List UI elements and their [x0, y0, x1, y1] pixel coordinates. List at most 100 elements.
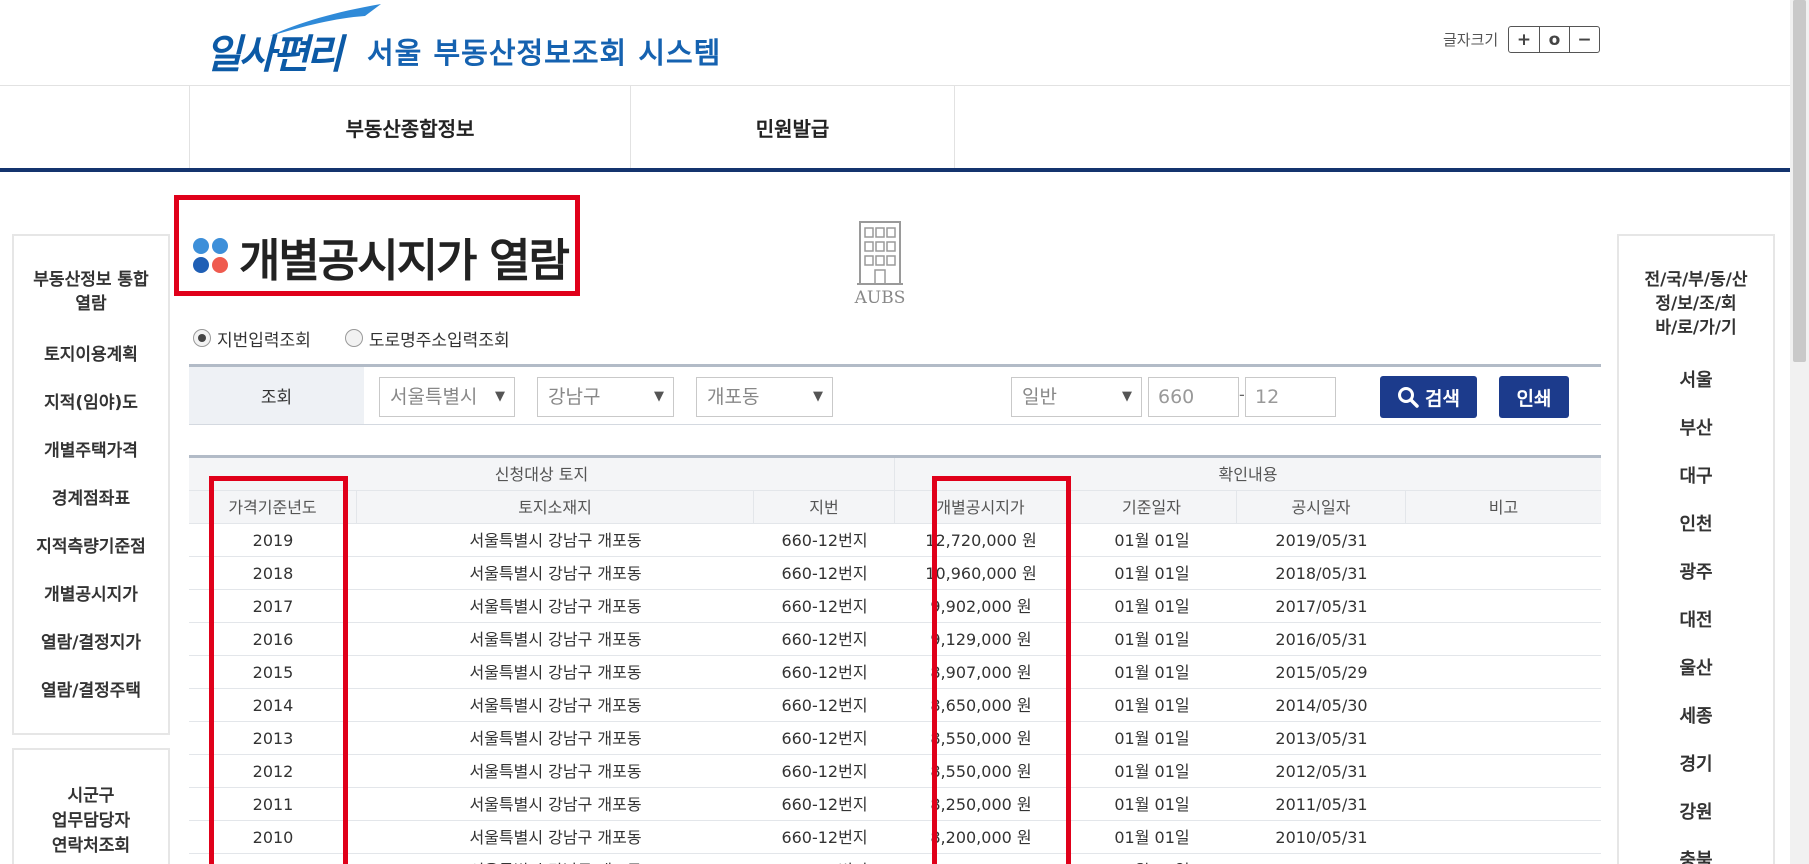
sidebar-item-integrated-view[interactable]: 부동산정보 통합 열람 [14, 268, 168, 316]
col-header-year: 가격기준년도 [189, 491, 357, 524]
region-link-gyeonggi[interactable]: 경기 [1619, 750, 1773, 776]
font-reset-button[interactable]: o [1539, 27, 1569, 52]
search-icon [1398, 387, 1419, 408]
cell-note [1406, 590, 1601, 623]
district-select[interactable]: 강남구 ▼ [537, 377, 674, 417]
table-row: 2018 서울특별시 강남구 개포동 660-12번지 10,960,000 원 01월… [189, 557, 1601, 590]
cell-note [1406, 656, 1601, 689]
group-header-land: 신청대상 토지 [189, 458, 895, 491]
cell-price: 8,550,000 원 [930, 762, 1032, 781]
right-sidebar: 전/국/부/동/산 정/보/조/회 바/로/가/기 서울 부산 대구 인천 광주… [1617, 234, 1775, 864]
sidebar-item-survey-points[interactable]: 지적측량기준점 [14, 535, 168, 559]
regional-shortcut-title: 전/국/부/동/산 정/보/조/회 바/로/가/기 [1644, 270, 1748, 338]
cell-price: 12,720,000 원 [925, 531, 1037, 550]
title-dots-icon [193, 238, 229, 274]
page-scrollbar[interactable] [1790, 0, 1809, 864]
region-link-ulsan[interactable]: 울산 [1619, 654, 1773, 680]
font-size-label: 글자크기 [1443, 31, 1499, 49]
cell-year: 2011 [252, 795, 294, 814]
region-link-gangwon[interactable]: 강원 [1619, 798, 1773, 824]
region-link-daegu[interactable]: 대구 [1619, 462, 1773, 488]
region-link-daejeon[interactable]: 대전 [1619, 606, 1773, 632]
cell-note [1406, 557, 1601, 590]
cell-price [895, 854, 1067, 864]
font-increase-button[interactable]: + [1509, 27, 1539, 52]
dong-select[interactable]: 개포동 ▼ [696, 377, 833, 417]
cell-lot: 660-12번지 [754, 854, 895, 864]
cell-year: 2012 [252, 762, 294, 781]
cell-base-date: 01월 01일 [1114, 663, 1190, 682]
cell-location: 서울특별시 강남구 개포동 [469, 630, 642, 649]
nav-tab-real-estate-info[interactable]: 부동산종합정보 [189, 86, 630, 168]
land-price-table: 신청대상 토지 확인내용 가격기준년도 토지소재지 지번 개별공시지가 기준일자… [189, 455, 1601, 864]
cell-announce-date [1237, 854, 1406, 864]
cell-announce-date: 2013/05/31 [1275, 729, 1368, 748]
cell-note [1406, 755, 1601, 788]
col-header-announce-date: 공시일자 [1237, 491, 1406, 524]
sidebar-item-boundary-coords[interactable]: 경계점좌표 [14, 487, 168, 511]
table-row: 2012 서울특별시 강남구 개포동 660-12번지 8,550,000 원 01월 … [189, 755, 1601, 788]
sidebar-item-land-price[interactable]: 개별공시지가 [14, 583, 168, 607]
city-select[interactable]: 서울특별시 ▼ [379, 377, 515, 417]
site-logo[interactable]: 일사편리 서울 부동산정보조회 시스템 [205, 2, 725, 78]
region-link-busan[interactable]: 부산 [1619, 414, 1773, 440]
cell-location: 서울특별시 강남구 개포동 [469, 828, 642, 847]
group-header-confirmation: 확인내용 [1218, 465, 1278, 484]
cell-price: 8,200,000 원 [930, 828, 1032, 847]
building-icon [857, 221, 903, 285]
cell-location: 서울특별시 강남구 개포동 [469, 663, 642, 682]
radio-road-address[interactable]: 도로명주소입력조회 [344, 326, 510, 351]
cell-note [1406, 623, 1601, 656]
cell-year: 2010 [252, 828, 294, 847]
aubs-watermark: AUBS [848, 218, 912, 308]
region-link-seoul[interactable]: 서울 [1619, 366, 1773, 392]
cell-location: 서울특별시 강남구 개포동 [469, 696, 642, 715]
main-lot-number-input[interactable]: 660 [1148, 377, 1239, 417]
cell-lot: 660-12번지 [781, 762, 868, 781]
dong-select-value: 개포동 [707, 386, 760, 408]
cell-base-date: 01월 01일 [1114, 597, 1190, 616]
cell-year: 2013 [252, 729, 294, 748]
sidebar-item-decided-land-price[interactable]: 열람/결정지가 [14, 631, 168, 655]
nav-tab-civil-documents[interactable]: 민원발급 [630, 86, 955, 168]
cell-location: 서울특별시 강남구 개포동 [469, 795, 642, 814]
sub-lot-number-input[interactable]: 12 [1245, 377, 1336, 417]
sidebar-item-land-use-plan[interactable]: 토지이용계획 [14, 343, 168, 367]
cell-note [1406, 524, 1601, 557]
chevron-down-icon: ▼ [495, 389, 505, 404]
scrollbar-thumb[interactable] [1793, 0, 1806, 362]
search-button-label: 검색 [1425, 387, 1460, 410]
radio-checked-icon[interactable] [193, 329, 211, 347]
sidebar-item-cadastral-map[interactable]: 지적(임야)도 [14, 391, 168, 415]
table-row: 2014 서울특별시 강남구 개포동 660-12번지 8,650,000 원 01월 … [189, 689, 1601, 722]
cell-note [1406, 821, 1601, 854]
region-link-incheon[interactable]: 인천 [1619, 510, 1773, 536]
cell-base-date: 01월 01일 [1067, 854, 1237, 864]
cell-price: 8,250,000 원 [930, 795, 1032, 814]
search-button[interactable]: 검색 [1380, 376, 1477, 418]
radio-unchecked-icon[interactable] [344, 329, 363, 347]
cell-lot: 660-12번지 [781, 828, 868, 847]
cell-year: 2009 [189, 854, 357, 864]
radio-lot-number[interactable]: 지번입력조회 [193, 326, 311, 351]
cell-location: 서울특별시 강남구 개포동 [469, 564, 642, 583]
cell-price: 8,650,000 원 [930, 696, 1032, 715]
table-row: 2016 서울특별시 강남구 개포동 660-12번지 9,129,000 원 01월 … [189, 623, 1601, 656]
official-contact-link[interactable]: 시군구 업무담당자 연락처조회 [12, 748, 170, 864]
cell-note [1406, 788, 1601, 821]
region-link-sejong[interactable]: 세종 [1619, 702, 1773, 728]
sidebar-item-decided-house-price[interactable]: 열람/결정주택 [14, 679, 168, 703]
font-decrease-button[interactable]: − [1569, 27, 1599, 52]
cell-year: 2019 [252, 531, 294, 550]
cell-base-date: 01월 01일 [1114, 795, 1190, 814]
cell-lot: 660-12번지 [781, 564, 868, 583]
land-type-select[interactable]: 일반 ▼ [1011, 377, 1142, 417]
cell-announce-date: 2017/05/31 [1275, 597, 1368, 616]
print-button[interactable]: 인쇄 [1499, 376, 1569, 418]
region-link-chungbuk[interactable]: 충북 [1619, 846, 1773, 864]
cell-announce-date: 2011/05/31 [1275, 795, 1368, 814]
cell-price: 9,129,000 원 [930, 630, 1032, 649]
table-row: 2011 서울특별시 강남구 개포동 660-12번지 8,250,000 원 01월 … [189, 788, 1601, 821]
sidebar-item-house-price[interactable]: 개별주택가격 [14, 439, 168, 463]
region-link-gwangju[interactable]: 광주 [1619, 558, 1773, 584]
